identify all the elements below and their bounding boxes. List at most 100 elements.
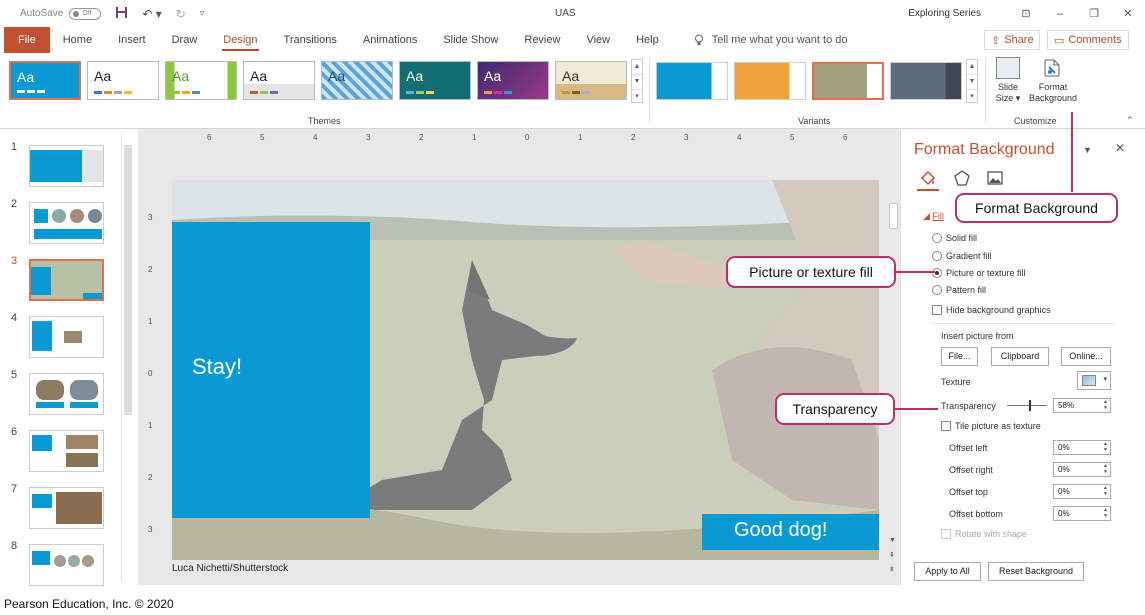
pattern-fill-option[interactable]: Pattern fill [932, 285, 986, 295]
scrollbar-thumb[interactable] [124, 145, 132, 415]
themes-gallery-scroll[interactable]: ▲ ▼ ▾ [631, 59, 643, 103]
minimize-icon[interactable]: – [1043, 8, 1077, 20]
customize-qat-icon[interactable]: ▿ [200, 8, 205, 19]
more-icon[interactable]: ▾ [967, 90, 977, 104]
stay-text-box[interactable]: Stay! [172, 222, 370, 518]
slide-thumb[interactable]: 7 [0, 481, 138, 531]
theme-thumb[interactable]: Aa [165, 61, 237, 100]
close-icon[interactable]: ✕ [1111, 7, 1145, 20]
offset-top-input[interactable]: 0% ▲ ▼ [1053, 484, 1111, 499]
scroll-up-icon[interactable]: ▲ [632, 60, 642, 75]
tell-me-box[interactable]: Tell me what you want to do [694, 34, 847, 46]
tab-transitions[interactable]: Transitions [271, 27, 350, 53]
variant-thumb[interactable] [890, 62, 962, 100]
save-icon[interactable] [115, 6, 128, 22]
tab-review[interactable]: Review [511, 27, 573, 53]
theme-thumb[interactable]: Aa [9, 61, 81, 100]
tab-design[interactable]: Design [210, 27, 270, 53]
pane-options-icon[interactable]: ▼ [1083, 145, 1092, 155]
hide-background-graphics[interactable]: Hide background graphics [932, 305, 1051, 315]
checkbox[interactable] [941, 421, 951, 431]
theme-thumb[interactable]: Aa [87, 61, 159, 100]
theme-thumb[interactable]: Aa [555, 61, 627, 100]
tab-help[interactable]: Help [623, 27, 672, 53]
ribbon-display-icon[interactable]: ⊡ [1009, 7, 1043, 20]
autosave-toggle[interactable]: Off [69, 7, 102, 20]
undo-icon[interactable]: ↶ ▾ [142, 7, 161, 21]
offset-bottom-input[interactable]: 0% ▲ ▼ [1053, 506, 1111, 521]
checkbox[interactable] [932, 305, 942, 315]
scroll-down-icon[interactable]: ▼ [889, 537, 896, 544]
radio-button[interactable] [932, 251, 942, 261]
tab-insert[interactable]: Insert [105, 27, 159, 53]
texture-picker[interactable]: ▾ [1077, 371, 1111, 390]
radio-button[interactable] [932, 285, 942, 295]
spinner-arrows-icon[interactable]: ▲ ▼ [1103, 441, 1108, 453]
scroll-down-icon[interactable]: ▼ [967, 75, 977, 90]
collapse-ribbon-icon[interactable]: ⌃ [1126, 115, 1134, 126]
tab-slide-show[interactable]: Slide Show [430, 27, 511, 53]
format-background-button[interactable]: Format Background [1027, 57, 1079, 104]
spinner-arrows-icon[interactable]: ▲ ▼ [1103, 507, 1108, 519]
tab-animations[interactable]: Animations [350, 27, 430, 53]
picture-icon[interactable] [986, 169, 1004, 187]
slide-size-button[interactable]: Slide Size ▾ [989, 57, 1027, 104]
offset-right-input[interactable]: 0% ▲ ▼ [1053, 462, 1111, 477]
theme-thumb[interactable]: Aa [399, 61, 471, 100]
spinner-arrows-icon[interactable]: ▲ ▼ [1103, 485, 1108, 497]
solid-fill-option[interactable]: Solid fill [932, 233, 977, 243]
theme-thumb[interactable]: Aa [321, 61, 393, 100]
slide-thumb[interactable]: 4 [0, 310, 138, 360]
tab-view[interactable]: View [573, 27, 623, 53]
radio-button[interactable] [932, 268, 942, 278]
scroll-down-icon[interactable]: ▼ [632, 75, 642, 90]
picture-fill-option[interactable]: Picture or texture fill [932, 268, 1026, 278]
transparency-slider[interactable] [1007, 400, 1047, 411]
slide-thumb[interactable]: 3 [0, 253, 138, 303]
scrollbar-thumb[interactable] [889, 203, 898, 229]
pane-close-icon[interactable]: ✕ [1115, 141, 1125, 155]
slider-handle[interactable] [1029, 400, 1031, 411]
comments-button[interactable]: ▭ Comments [1047, 30, 1129, 50]
more-icon[interactable]: ▾ [632, 90, 642, 104]
slide-thumb[interactable]: 2 [0, 196, 138, 246]
theme-thumb[interactable]: Aa [243, 61, 315, 100]
variant-thumb[interactable] [812, 62, 884, 100]
slide-thumb[interactable]: 6 [0, 424, 138, 474]
spinner-arrows-icon[interactable]: ▲ ▼ [1103, 463, 1108, 475]
variant-thumb[interactable] [656, 62, 728, 100]
tab-file[interactable]: File [4, 27, 50, 53]
spinner-arrows-icon[interactable]: ▲ ▼ [1103, 399, 1108, 411]
file-button[interactable]: File... [941, 347, 978, 366]
share-button[interactable]: ⇪ Share [984, 30, 1040, 50]
restore-icon[interactable]: ❐ [1077, 7, 1111, 20]
slide-thumb[interactable]: 8 [0, 538, 138, 588]
fill-section-header[interactable]: ◢ Fill [923, 211, 944, 222]
transparency-input[interactable]: 58% ▲ ▼ [1053, 398, 1111, 413]
slide-canvas[interactable]: Stay! Good dog! [172, 180, 879, 560]
theme-thumb[interactable]: Aa [477, 61, 549, 100]
tab-draw[interactable]: Draw [159, 27, 211, 53]
gradient-fill-option[interactable]: Gradient fill [932, 251, 992, 261]
slide-thumb[interactable]: 1 [0, 139, 138, 189]
online-button[interactable]: Online... [1061, 347, 1111, 366]
effects-pentagon-icon[interactable] [953, 169, 971, 187]
apply-to-all-button[interactable]: Apply to All [914, 562, 981, 581]
previous-slide-icon[interactable]: ⇞ [889, 551, 895, 559]
thumbnails-scrollbar[interactable] [121, 133, 133, 581]
clipboard-button[interactable]: Clipboard [991, 347, 1049, 366]
reset-background-button[interactable]: Reset Background [988, 562, 1084, 581]
fill-icon[interactable] [919, 169, 937, 187]
radio-button[interactable] [932, 233, 942, 243]
variants-gallery-scroll[interactable]: ▲ ▼ ▾ [966, 59, 978, 103]
user-name[interactable]: Exploring Series [908, 8, 981, 19]
variant-thumb[interactable] [734, 62, 806, 100]
slide-thumb[interactable]: 5 [0, 367, 138, 417]
next-slide-icon[interactable]: ⇟ [889, 565, 895, 573]
good-dog-text-box[interactable]: Good dog! [702, 514, 879, 550]
tile-picture-option[interactable]: Tile picture as texture [941, 421, 1041, 431]
offset-left-input[interactable]: 0% ▲ ▼ [1053, 440, 1111, 455]
redo-icon[interactable]: ↻ [176, 7, 186, 21]
tab-home[interactable]: Home [50, 27, 105, 53]
scroll-up-icon[interactable]: ▲ [967, 60, 977, 75]
